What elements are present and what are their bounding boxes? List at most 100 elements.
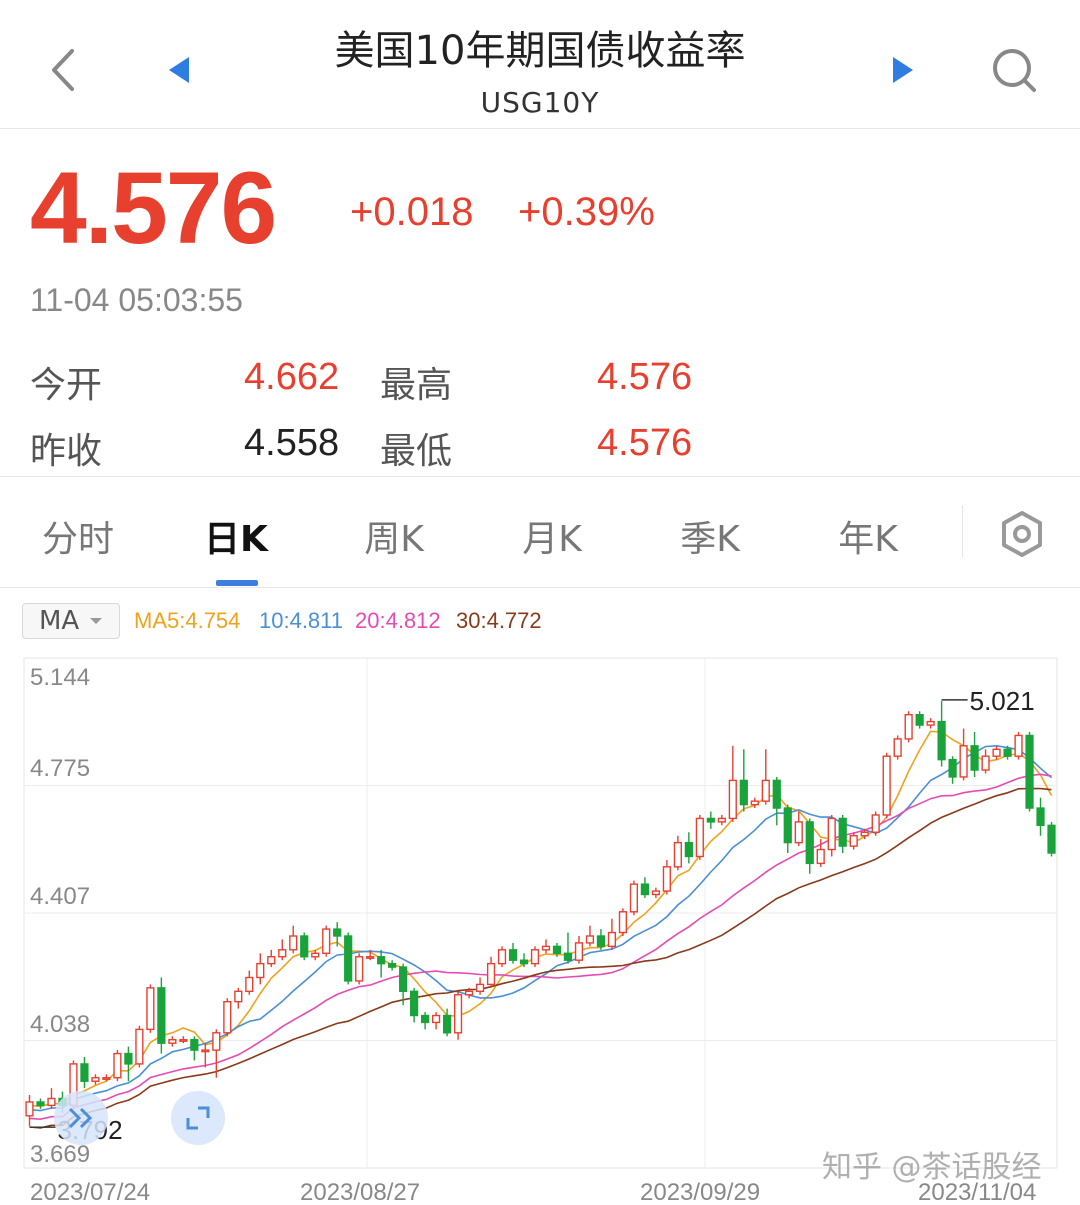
candle-body — [717, 817, 726, 823]
candle-body — [355, 956, 364, 982]
candle-body — [904, 714, 913, 740]
indicator-select[interactable]: MA — [22, 603, 120, 639]
fullscreen-button[interactable] — [171, 1091, 225, 1145]
ma10-value: 10:4.811 — [259, 608, 344, 633]
candle-body — [552, 945, 562, 954]
watermark: 知乎 @茶话股经 — [822, 1150, 1042, 1185]
candle-body — [388, 962, 397, 968]
candle-body — [190, 1039, 199, 1051]
y-tick-label: 4.775 — [30, 755, 90, 782]
ma30-value: 30:4.772 — [456, 608, 542, 633]
candle-body — [805, 821, 814, 865]
price-change: +0.018 — [350, 190, 474, 234]
prev-close-value: 4.558 — [244, 422, 340, 464]
candle-body — [333, 928, 342, 937]
search-button[interactable] — [984, 40, 1044, 100]
y-tick-label: 4.038 — [30, 1011, 90, 1038]
header-bar: 美国10年期国债收益率 USG10Y — [0, 0, 1080, 129]
candle-body — [256, 962, 265, 979]
candle-body — [772, 779, 781, 809]
candle-body — [816, 848, 825, 865]
next-symbol-button[interactable] — [874, 40, 934, 100]
candle-body — [596, 935, 606, 948]
double-chevron-icon — [68, 1107, 93, 1129]
candle-body — [36, 1101, 45, 1107]
candle-body — [168, 1039, 177, 1044]
candle-body — [706, 817, 715, 823]
candle-body — [431, 1014, 441, 1024]
candle-body — [464, 990, 474, 996]
candle-body — [179, 1039, 188, 1042]
tab-intraday[interactable]: 分时 — [18, 510, 138, 562]
scroll-left-button[interactable] — [54, 1091, 108, 1145]
candle-body — [871, 814, 880, 833]
open-label: 今开 — [30, 365, 103, 406]
chart-grid — [23, 657, 1058, 1169]
candle-body — [673, 841, 682, 868]
candle-body — [519, 959, 529, 965]
candle-body — [146, 987, 155, 1031]
candle-body — [739, 779, 748, 806]
candle-body — [695, 817, 704, 858]
ma10-line — [29, 744, 1053, 1112]
candle-body — [245, 976, 254, 993]
chart-settings-button[interactable] — [992, 504, 1052, 564]
candle-body — [882, 755, 891, 816]
low-value: 4.576 — [597, 422, 693, 464]
caret-down-icon — [90, 618, 103, 624]
triangle-right-icon — [893, 57, 913, 83]
candle-body — [959, 745, 968, 778]
candle-body — [651, 890, 660, 896]
tab-daily-k[interactable]: 日K — [176, 510, 296, 562]
fullscreen-icon — [186, 1106, 210, 1130]
candle-body — [113, 1052, 122, 1079]
candle-body — [366, 956, 375, 959]
active-tab-indicator — [216, 580, 258, 586]
price-change-percent: +0.39% — [518, 190, 655, 234]
candle-body — [322, 928, 331, 954]
last-price: 4.576 — [30, 151, 277, 265]
candle-body — [80, 1063, 89, 1082]
high-label: 最高 — [380, 365, 453, 406]
kline-chart[interactable]: 5.1444.7754.4074.0383.6692023/07/24 2023/… — [0, 650, 1080, 1205]
ma-lines — [29, 730, 1053, 1129]
candle-body — [201, 1049, 210, 1053]
tab-yearly-k[interactable]: 年K — [808, 510, 928, 562]
candle-body — [1025, 734, 1034, 809]
candle-body — [344, 935, 353, 982]
candle-body — [970, 745, 979, 771]
candle-body — [728, 779, 737, 820]
hexagon-settings-icon — [1002, 511, 1042, 557]
tab-quarterly-k[interactable]: 季K — [650, 510, 770, 562]
candle-body — [794, 821, 803, 844]
tab-separator — [962, 505, 963, 557]
candle-body — [563, 952, 573, 961]
search-icon — [993, 49, 1036, 92]
candle-body — [838, 817, 847, 847]
prev-close-label: 昨收 — [30, 431, 103, 472]
candle-body — [421, 1014, 430, 1024]
candle-body — [1047, 824, 1056, 854]
max-marker-label: 5.021 — [970, 686, 1035, 716]
candle-body — [102, 1077, 111, 1080]
indicator-select-label: MA — [39, 606, 80, 636]
candle-body — [629, 883, 639, 913]
candle-body — [508, 949, 518, 961]
candle-body — [915, 714, 924, 726]
candle-body — [1014, 734, 1023, 757]
x-tick-label: 2023/08/27 — [300, 1179, 420, 1205]
candle-body — [234, 990, 243, 1003]
candle-body — [981, 755, 990, 771]
tab-monthly-k[interactable]: 月K — [492, 510, 612, 562]
low-label: 最低 — [380, 431, 453, 472]
x-tick-label: 2023/07/24 — [30, 1179, 150, 1205]
candle-body — [541, 945, 551, 951]
candle-body — [827, 817, 836, 851]
candle-body — [135, 1028, 144, 1065]
ma30-line — [29, 787, 1052, 1129]
tab-weekly-k[interactable]: 周K — [334, 510, 454, 562]
candle-body — [860, 831, 869, 837]
candle-body — [893, 738, 902, 757]
candle-body — [750, 800, 759, 806]
ma5-value: MA5:4.754 — [134, 608, 241, 633]
